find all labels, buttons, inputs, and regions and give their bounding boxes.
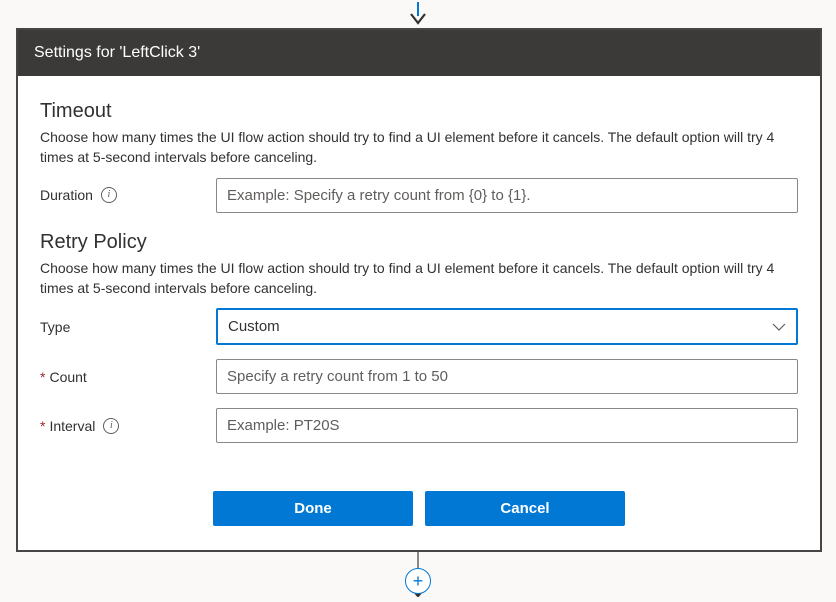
type-selected-value: Custom bbox=[228, 318, 280, 335]
retry-description: Choose how many times the UI flow action… bbox=[40, 258, 798, 299]
count-row: * Count bbox=[40, 359, 798, 394]
settings-panel: Settings for 'LeftClick 3' Timeout Choos… bbox=[16, 28, 822, 552]
timeout-title: Timeout bbox=[40, 100, 798, 123]
panel-header: Settings for 'LeftClick 3' bbox=[18, 30, 820, 76]
duration-input-col bbox=[216, 178, 798, 213]
interval-input-col bbox=[216, 408, 798, 443]
duration-row: Duration i bbox=[40, 178, 798, 213]
count-input-col bbox=[216, 359, 798, 394]
timeout-section: Timeout Choose how many times the UI flo… bbox=[40, 100, 798, 213]
duration-input[interactable] bbox=[216, 178, 798, 213]
cancel-button[interactable]: Cancel bbox=[425, 491, 625, 526]
arrow-down-icon bbox=[408, 2, 428, 26]
count-label-col: * Count bbox=[40, 369, 216, 385]
type-input-col: Custom bbox=[216, 308, 798, 345]
interval-label: Interval bbox=[49, 418, 95, 434]
interval-input[interactable] bbox=[216, 408, 798, 443]
plus-icon: + bbox=[413, 572, 424, 590]
done-button[interactable]: Done bbox=[213, 491, 413, 526]
type-select[interactable]: Custom bbox=[216, 308, 798, 345]
retry-title: Retry Policy bbox=[40, 231, 798, 254]
info-icon[interactable]: i bbox=[103, 418, 119, 434]
type-row: Type Custom bbox=[40, 308, 798, 345]
type-label: Type bbox=[40, 319, 70, 335]
count-label: Count bbox=[49, 369, 86, 385]
duration-label-col: Duration i bbox=[40, 187, 216, 203]
panel-body: Timeout Choose how many times the UI flo… bbox=[18, 76, 820, 550]
required-asterisk: * bbox=[40, 418, 45, 434]
required-asterisk: * bbox=[40, 369, 45, 385]
info-icon[interactable]: i bbox=[101, 187, 117, 203]
type-label-col: Type bbox=[40, 319, 216, 335]
interval-label-col: * Interval i bbox=[40, 418, 216, 434]
flow-connector-top bbox=[0, 0, 836, 28]
add-step-button[interactable]: + bbox=[405, 568, 431, 594]
duration-label: Duration bbox=[40, 187, 93, 203]
interval-row: * Interval i bbox=[40, 408, 798, 443]
add-step-connector: + bbox=[0, 552, 836, 598]
retry-section: Retry Policy Choose how many times the U… bbox=[40, 231, 798, 444]
button-row: Done Cancel bbox=[40, 491, 798, 526]
timeout-description: Choose how many times the UI flow action… bbox=[40, 127, 798, 168]
panel-title: Settings for 'LeftClick 3' bbox=[34, 44, 200, 61]
count-input[interactable] bbox=[216, 359, 798, 394]
